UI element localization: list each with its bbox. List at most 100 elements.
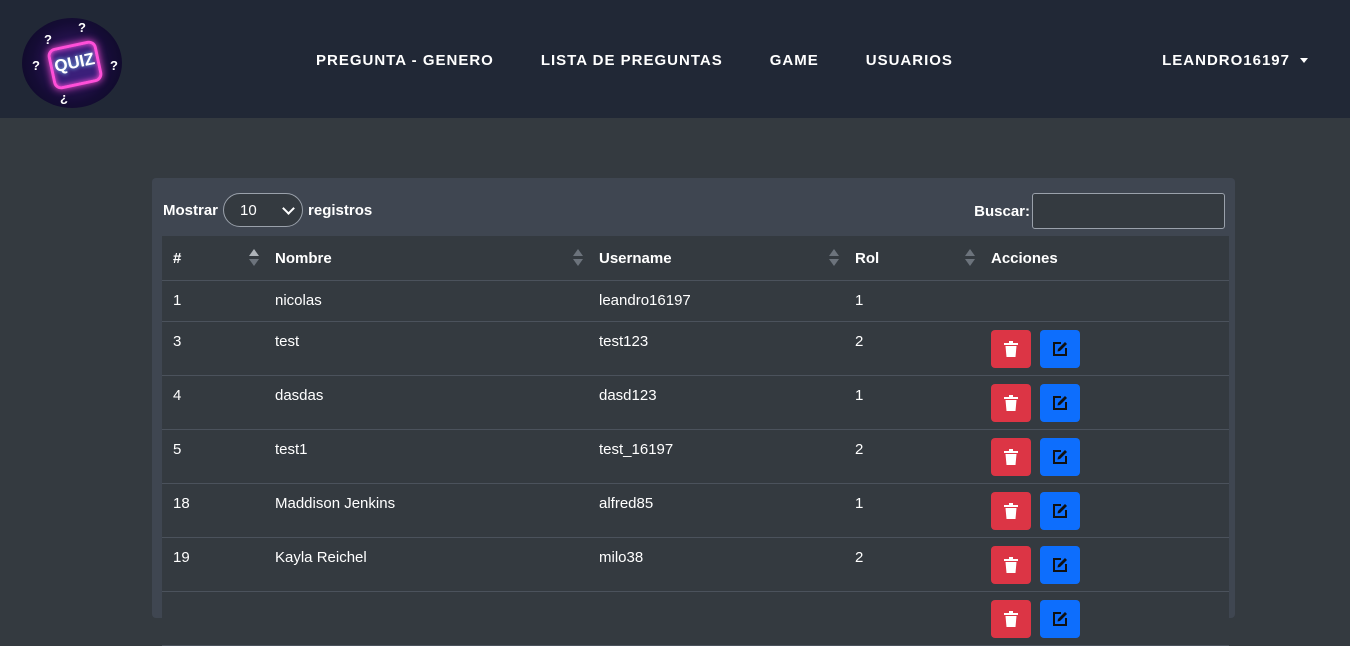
chevron-down-icon: [282, 201, 295, 215]
table-row: 18 Maddison Jenkins alfred85 1: [162, 483, 1229, 538]
col-header-username[interactable]: Username: [588, 236, 844, 281]
search-input[interactable]: [1032, 193, 1225, 229]
table-row: 5 test1 test_16197 2: [162, 429, 1229, 484]
page-size-value: 10: [240, 201, 257, 219]
edit-button[interactable]: [1040, 492, 1080, 530]
question-mark-decoration: ?: [44, 32, 52, 47]
table-header-row: # Nombre Username Rol Acciones: [162, 236, 1229, 281]
table-row: 4 dasdas dasd123 1: [162, 375, 1229, 430]
caret-down-icon: [1300, 58, 1308, 63]
cell-rol: 1: [844, 375, 980, 430]
users-table-card: Mostrar 10 registros Buscar: # Nombre Us…: [152, 178, 1235, 646]
cell-id: [162, 591, 264, 646]
edit-icon: [1053, 396, 1067, 410]
col-header-rol[interactable]: Rol: [844, 236, 980, 281]
cell-rol: [844, 591, 980, 646]
question-mark-decoration: ¿: [60, 90, 68, 105]
table-row: 3 test test123 2: [162, 321, 1229, 376]
search-control: Buscar:: [974, 193, 1225, 229]
logo-text: QUIZ: [52, 49, 97, 77]
search-label: Buscar:: [974, 202, 1030, 220]
edit-button[interactable]: [1040, 546, 1080, 584]
cell-nombre: dasdas: [264, 375, 588, 430]
edit-button[interactable]: [1040, 384, 1080, 422]
cell-id: 5: [162, 429, 264, 484]
cell-username: test_16197: [588, 429, 844, 484]
col-header-acciones: Acciones: [980, 236, 1229, 281]
cell-acciones: [980, 537, 1229, 592]
cell-id: 19: [162, 537, 264, 592]
cell-rol: 1: [844, 280, 980, 322]
cell-username: dasd123: [588, 375, 844, 430]
edit-button[interactable]: [1040, 330, 1080, 368]
delete-button[interactable]: [991, 384, 1031, 422]
cell-rol: 2: [844, 321, 980, 376]
cell-acciones: [980, 280, 1229, 322]
table-row: 1 nicolas leandro16197 1: [162, 280, 1229, 322]
delete-button[interactable]: [991, 546, 1031, 584]
trash-icon: [1004, 395, 1018, 411]
username-label: LEANDRO16197: [1162, 52, 1290, 69]
edit-icon: [1053, 558, 1067, 572]
cell-acciones: [980, 375, 1229, 430]
cell-nombre: Kayla Reichel: [264, 537, 588, 592]
cell-rol: 2: [844, 429, 980, 484]
cell-id: 1: [162, 280, 264, 322]
quiz-logo[interactable]: ? ? ? ? ¿ QUIZ: [22, 18, 122, 108]
delete-button[interactable]: [991, 492, 1031, 530]
cell-acciones: [980, 321, 1229, 376]
nav-lista-de-preguntas[interactable]: LISTA DE PREGUNTAS: [541, 52, 723, 69]
cell-rol: 2: [844, 537, 980, 592]
cell-username: test123: [588, 321, 844, 376]
show-label: Mostrar: [163, 201, 219, 219]
cell-acciones: [980, 429, 1229, 484]
trash-icon: [1004, 449, 1018, 465]
nav-pregunta-genero[interactable]: PREGUNTA - GENERO: [316, 52, 494, 69]
trash-icon: [1004, 611, 1018, 627]
cell-id: 4: [162, 375, 264, 430]
edit-icon: [1053, 612, 1067, 626]
records-label: registros: [308, 201, 373, 219]
cell-username: alfred85: [588, 483, 844, 538]
trash-icon: [1004, 557, 1018, 573]
question-mark-decoration: ?: [78, 20, 86, 35]
cell-acciones: [980, 591, 1229, 646]
cell-nombre: test1: [264, 429, 588, 484]
question-mark-decoration: ?: [110, 58, 118, 73]
cell-rol: 1: [844, 483, 980, 538]
delete-button[interactable]: [991, 438, 1031, 476]
sort-icon: [249, 249, 259, 267]
delete-button[interactable]: [991, 330, 1031, 368]
col-header-id[interactable]: #: [162, 236, 264, 281]
cell-nombre: Maddison Jenkins: [264, 483, 588, 538]
cell-username: [588, 591, 844, 646]
cell-username: leandro16197: [588, 280, 844, 322]
trash-icon: [1004, 503, 1018, 519]
cell-nombre: test: [264, 321, 588, 376]
cell-username: milo38: [588, 537, 844, 592]
page-length-control: Mostrar 10 registros: [163, 193, 372, 227]
table-row: 19 Kayla Reichel milo38 2: [162, 537, 1229, 592]
trash-icon: [1004, 341, 1018, 357]
edit-icon: [1053, 342, 1067, 356]
navbar: ? ? ? ? ¿ QUIZ PREGUNTA - GENERO LISTA D…: [0, 0, 1350, 118]
cell-nombre: [264, 591, 588, 646]
delete-button[interactable]: [991, 600, 1031, 638]
page-size-select[interactable]: 10: [223, 193, 304, 227]
cell-id: 3: [162, 321, 264, 376]
edit-icon: [1053, 504, 1067, 518]
user-dropdown[interactable]: LEANDRO16197: [1162, 52, 1308, 69]
edit-button[interactable]: [1040, 600, 1080, 638]
quiz-badge: QUIZ: [46, 39, 104, 91]
cell-nombre: nicolas: [264, 280, 588, 322]
nav-usuarios[interactable]: USUARIOS: [866, 52, 953, 69]
edit-icon: [1053, 450, 1067, 464]
users-table: # Nombre Username Rol Acciones 1 nicolas l…: [162, 236, 1229, 646]
main-nav: PREGUNTA - GENERO LISTA DE PREGUNTAS GAM…: [316, 52, 953, 69]
edit-button[interactable]: [1040, 438, 1080, 476]
sort-icon: [965, 249, 975, 267]
nav-game[interactable]: GAME: [770, 52, 819, 69]
table-row: [162, 591, 1229, 646]
sort-icon: [829, 249, 839, 267]
col-header-nombre[interactable]: Nombre: [264, 236, 588, 281]
